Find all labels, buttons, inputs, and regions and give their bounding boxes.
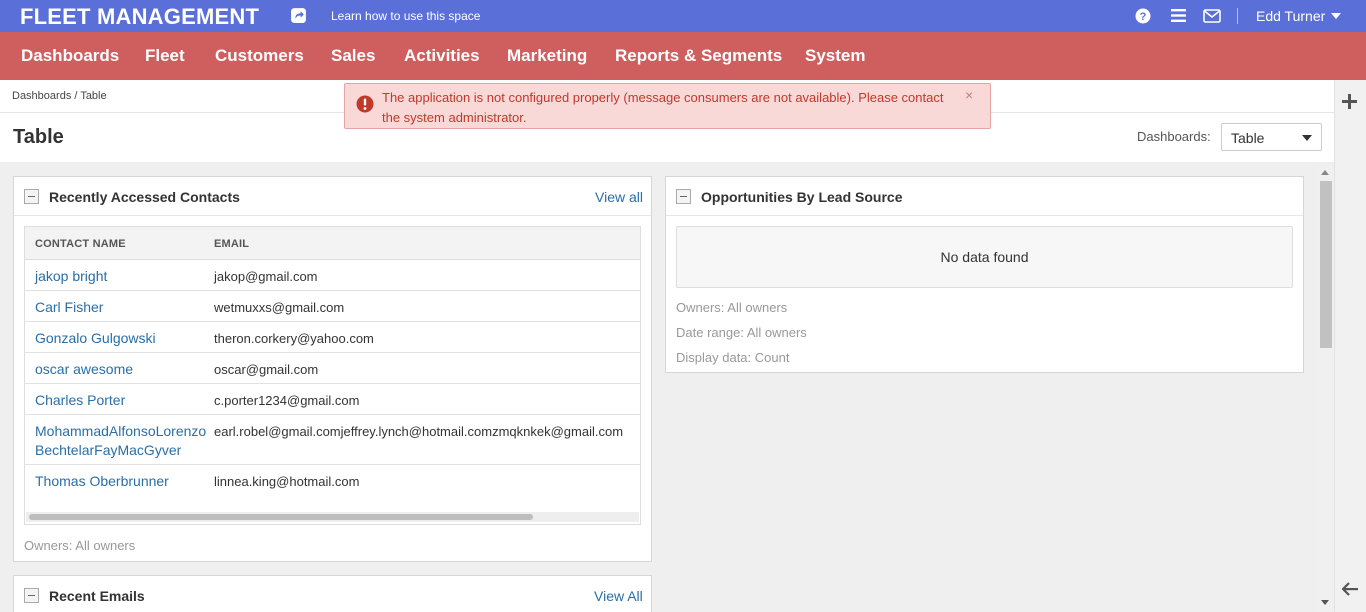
- opportunities-owners: Owners: All owners: [676, 300, 788, 315]
- alert-icon: [356, 95, 374, 113]
- collapse-icon[interactable]: [24, 588, 39, 603]
- no-data-text: No data found: [940, 249, 1029, 265]
- contact-name-link[interactable]: Gonzalo Gulgowski: [35, 329, 205, 348]
- breadcrumb-current: Table: [80, 90, 107, 102]
- dashboards-label: Dashboards:: [1137, 129, 1211, 144]
- contacts-table: CONTACT NAME EMAIL jakop bright jakop@gm…: [24, 226, 641, 525]
- chevron-down-icon: [1302, 135, 1312, 141]
- dashboards-select-value: Table: [1231, 130, 1265, 146]
- scroll-down-arrow[interactable]: [1321, 600, 1329, 605]
- collapse-icon[interactable]: [676, 189, 691, 204]
- column-header-contact-name[interactable]: CONTACT NAME: [35, 238, 126, 250]
- nav-item-marketing[interactable]: Marketing: [507, 46, 587, 66]
- user-name: Edd Turner: [1256, 8, 1326, 24]
- contacts-view-all-link[interactable]: View all: [595, 189, 643, 205]
- opportunities-display-data: Display data: Count: [676, 350, 790, 365]
- nav-item-reports-segments[interactable]: Reports & Segments: [615, 46, 782, 66]
- chevron-down-icon: [1331, 13, 1342, 19]
- contacts-widget-header: Recently Accessed Contacts View all: [14, 177, 651, 216]
- contact-email: oscar@gmail.com: [214, 362, 319, 377]
- contact-name-link[interactable]: oscar awesome: [35, 360, 205, 379]
- contacts-owners-note: Owners: All owners: [24, 538, 136, 553]
- contact-email: earl.robel@gmail.comjeffrey.lynch@hotmai…: [214, 424, 624, 439]
- recent-emails-widget-header: Recent Emails View All: [14, 576, 651, 612]
- contact-email: c.porter1234@gmail.com: [214, 393, 360, 408]
- contact-name-link[interactable]: jakop bright: [35, 267, 205, 286]
- learn-link[interactable]: Learn how to use this space: [331, 9, 480, 23]
- nav-item-activities[interactable]: Activities: [404, 46, 480, 66]
- scroll-up-arrow[interactable]: [1321, 170, 1329, 175]
- nav-item-sales[interactable]: Sales: [331, 46, 375, 66]
- collapse-icon[interactable]: [24, 189, 39, 204]
- table-row[interactable]: oscar awesome oscar@gmail.com: [25, 353, 640, 384]
- opportunities-widget: Opportunities By Lead Source No data fou…: [665, 176, 1304, 373]
- back-arrow-icon[interactable]: [1342, 582, 1358, 596]
- help-icon[interactable]: ?: [1135, 8, 1151, 24]
- close-icon[interactable]: ×: [965, 87, 973, 103]
- breadcrumb-root[interactable]: Dashboards: [12, 90, 71, 102]
- column-header-email[interactable]: EMAIL: [214, 238, 249, 250]
- page-scrollbar-thumb[interactable]: [1320, 181, 1332, 348]
- nav-item-dashboards[interactable]: Dashboards: [21, 46, 119, 66]
- table-header: CONTACT NAME EMAIL: [25, 227, 640, 260]
- svg-text:?: ?: [1140, 11, 1147, 23]
- recent-emails-widget-title: Recent Emails: [49, 588, 145, 604]
- nav-item-customers[interactable]: Customers: [215, 46, 304, 66]
- opportunities-widget-title: Opportunities By Lead Source: [701, 189, 903, 205]
- topbar-divider: [1237, 8, 1238, 24]
- contact-email: jakop@gmail.com: [214, 269, 318, 284]
- recent-emails-widget: Recent Emails View All: [13, 575, 652, 612]
- app-brand[interactable]: FLEET MANAGEMENT: [20, 4, 259, 30]
- table-scrollbar-thumb[interactable]: [29, 514, 533, 520]
- error-alert: The application is not configured proper…: [344, 83, 991, 129]
- table-horizontal-scrollbar[interactable]: [26, 512, 639, 522]
- breadcrumb: Dashboards / Table: [12, 90, 107, 102]
- dashboards-select[interactable]: Table: [1221, 123, 1322, 151]
- main-nav: Dashboards Fleet Customers Sales Activit…: [0, 32, 1366, 80]
- menu-icon[interactable]: [1171, 9, 1186, 22]
- emails-view-all-link[interactable]: View All: [594, 588, 643, 604]
- share-icon[interactable]: [290, 7, 307, 24]
- opportunities-widget-header: Opportunities By Lead Source: [666, 177, 1303, 216]
- top-bar: FLEET MANAGEMENT Learn how to use this s…: [0, 0, 1366, 32]
- contact-name-link[interactable]: Carl Fisher: [35, 298, 205, 317]
- contacts-widget-title: Recently Accessed Contacts: [49, 189, 240, 205]
- table-row[interactable]: Gonzalo Gulgowski theron.corkery@yahoo.c…: [25, 322, 640, 353]
- table-row[interactable]: MohammadAlfonsoLorenzo BechtelarFayMacGy…: [25, 415, 640, 465]
- contact-email: linnea.king@hotmail.com: [214, 474, 360, 489]
- page-title: Table: [13, 126, 64, 148]
- nav-item-fleet[interactable]: Fleet: [145, 46, 185, 66]
- contact-email: theron.corkery@yahoo.com: [214, 331, 374, 346]
- contact-name-link[interactable]: Thomas Oberbrunner: [35, 472, 205, 491]
- table-row[interactable]: Carl Fisher wetmuxxs@gmail.com: [25, 291, 640, 322]
- breadcrumb-separator: /: [74, 90, 78, 102]
- table-row[interactable]: Charles Porter c.porter1234@gmail.com: [25, 384, 640, 415]
- contact-email: wetmuxxs@gmail.com: [214, 300, 345, 315]
- right-sidebar: [1334, 80, 1366, 612]
- contact-name-link[interactable]: Charles Porter: [35, 391, 205, 410]
- contacts-widget: Recently Accessed Contacts View all CONT…: [13, 176, 652, 562]
- contact-name-link[interactable]: MohammadAlfonsoLorenzo BechtelarFayMacGy…: [35, 422, 206, 460]
- mail-icon[interactable]: [1203, 9, 1221, 23]
- table-row[interactable]: Thomas Oberbrunner linnea.king@hotmail.c…: [25, 465, 640, 496]
- user-menu[interactable]: Edd Turner: [1256, 8, 1342, 24]
- table-row[interactable]: jakop bright jakop@gmail.com: [25, 260, 640, 291]
- nav-item-system[interactable]: System: [805, 46, 865, 66]
- plus-icon[interactable]: [1342, 94, 1357, 109]
- alert-message: The application is not configured proper…: [382, 90, 944, 125]
- opportunities-date-range: Date range: All owners: [676, 325, 807, 340]
- no-data-panel: No data found: [676, 226, 1293, 288]
